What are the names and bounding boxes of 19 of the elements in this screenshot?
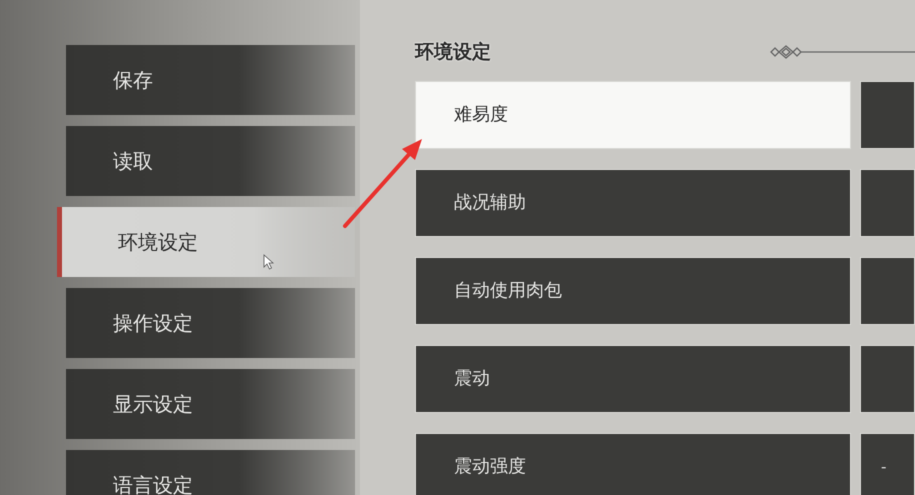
setting-value[interactable] xyxy=(860,168,915,236)
setting-row[interactable]: 难易度 xyxy=(415,80,851,148)
setting-row[interactable]: 震动强度 xyxy=(415,432,851,495)
menu-item[interactable]: 保存 xyxy=(66,45,355,115)
menu-item[interactable]: 语言设定 xyxy=(66,450,355,495)
section-title: 环境设定 xyxy=(415,40,491,65)
setting-value[interactable]: - xyxy=(860,432,915,495)
menu-item[interactable]: 读取 xyxy=(66,126,355,196)
setting-row[interactable]: 震动 xyxy=(415,344,851,412)
ornament-line-icon xyxy=(769,44,915,60)
menu-item[interactable]: 显示设定 xyxy=(66,369,355,439)
setting-row[interactable]: 战况辅助 xyxy=(415,168,851,236)
setting-row[interactable]: 自动使用肉包 xyxy=(415,256,851,324)
menu-item[interactable]: 操作设定 xyxy=(66,288,355,358)
menu-item[interactable]: 环境设定 xyxy=(57,207,355,277)
setting-value[interactable] xyxy=(860,344,915,412)
mouse-cursor-icon xyxy=(263,254,274,270)
setting-value[interactable] xyxy=(860,256,915,324)
setting-value[interactable] xyxy=(860,80,915,148)
